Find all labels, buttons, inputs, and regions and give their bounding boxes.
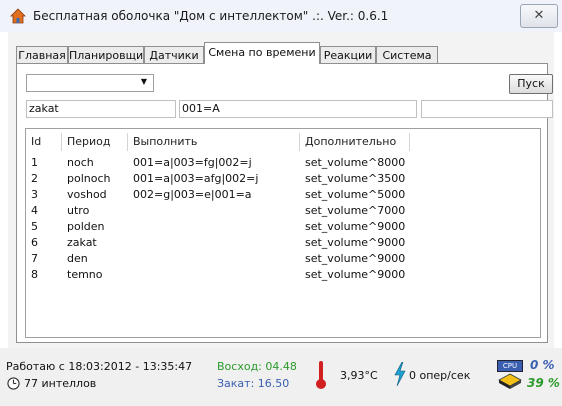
tab-label: Датчики — [149, 49, 199, 62]
sunset-time: Закат: 16.50 — [217, 377, 290, 390]
list-rows: 1 noch 001=a|003=fg|002=j set_volume^800… — [26, 155, 540, 283]
memory-percent: 39 % — [527, 376, 560, 390]
cell-period: polden — [67, 220, 105, 233]
column-header-exec[interactable]: Выполнить — [128, 133, 300, 151]
list-item[interactable]: 5 polden set_volume^9000 — [26, 219, 540, 235]
cell-extra: set_volume^9000 — [305, 252, 406, 265]
main-content: Главная Планировщик Датчики Смена по вре… — [8, 32, 554, 348]
cell-extra: set_volume^7000 — [305, 204, 406, 217]
tab-label: Реакции — [323, 49, 373, 62]
tab-system[interactable]: Система — [376, 46, 438, 63]
title-bar: Бесплатная оболочка "Дом с интеллектом" … — [0, 0, 562, 32]
cell-extra: set_volume^3500 — [305, 172, 406, 185]
tab-panel: ▼ Пуск zakat 001=A Id Период Выполнить Д… — [16, 63, 553, 343]
cpu-icon: CPU — [497, 360, 523, 390]
cell-period: den — [67, 252, 88, 265]
cpu-label: CPU — [497, 360, 523, 372]
cell-id: 7 — [31, 252, 38, 265]
cell-id: 6 — [31, 236, 38, 249]
cell-extra: set_volume^8000 — [305, 156, 406, 169]
extra-field[interactable] — [421, 100, 553, 118]
list-item[interactable]: 1 noch 001=a|003=fg|002=j set_volume^800… — [26, 155, 540, 171]
house-icon — [10, 8, 26, 24]
close-icon: ✕ — [533, 8, 545, 23]
ops-rate: 0 опер/сек — [409, 369, 471, 382]
thermometer-icon — [316, 361, 326, 389]
cell-extra: set_volume^9000 — [305, 236, 406, 249]
cell-extra: set_volume^9000 — [305, 268, 406, 281]
list-item[interactable]: 6 zakat set_volume^9000 — [26, 235, 540, 251]
dropdown-arrow-icon: ▼ — [140, 77, 147, 86]
cell-period: utro — [67, 204, 90, 217]
list-item[interactable]: 7 den set_volume^9000 — [26, 251, 540, 267]
lightning-icon — [394, 362, 406, 386]
tab-sensors[interactable]: Датчики — [144, 46, 204, 63]
tab-label: Планировщик — [69, 49, 150, 62]
name-field[interactable]: zakat — [26, 100, 176, 118]
tab-reactions[interactable]: Реакции — [320, 46, 376, 63]
tab-main[interactable]: Главная — [16, 46, 68, 63]
status-bar: Работаю с 18:03:2012 - 13:35:47 77 интел… — [0, 348, 562, 406]
window-title: Бесплатная оболочка "Дом с интеллектом" … — [33, 9, 389, 23]
column-header-id[interactable]: Id — [26, 133, 62, 151]
cell-id: 8 — [31, 268, 38, 281]
cell-exec: 001=a|003=afg|002=j — [133, 172, 259, 185]
tab-scheduler[interactable]: Планировщик — [68, 46, 150, 63]
sunrise-time: Восход: 04.48 — [217, 360, 297, 373]
list-item[interactable]: 8 temno set_volume^9000 — [26, 267, 540, 283]
cell-id: 5 — [31, 220, 38, 233]
list-item[interactable]: 3 voshod 002=g|003=e|001=a set_volume^50… — [26, 187, 540, 203]
close-button[interactable]: ✕ — [520, 4, 558, 28]
start-button[interactable]: Пуск — [509, 74, 553, 94]
cell-extra: set_volume^5000 — [305, 188, 406, 201]
period-combo[interactable]: ▼ — [26, 74, 154, 92]
tab-label: Главная — [18, 49, 66, 62]
cell-exec: 001=a|003=fg|002=j — [133, 156, 252, 169]
cell-period: voshod — [67, 188, 107, 201]
cell-period: zakat — [67, 236, 97, 249]
list-item[interactable]: 4 utro set_volume^7000 — [26, 203, 540, 219]
tab-time-change[interactable]: Смена по времени — [204, 42, 320, 64]
cpu-percent: 0 % — [530, 358, 555, 372]
cell-id: 2 — [31, 172, 38, 185]
cell-period: temno — [67, 268, 103, 281]
column-header-extra[interactable]: Дополнительно — [300, 133, 410, 151]
temperature-value: 3,93°С — [340, 369, 378, 382]
cell-exec: 002=g|003=e|001=a — [133, 188, 252, 201]
clock-icon — [7, 377, 20, 390]
cell-id: 1 — [31, 156, 38, 169]
schedule-list[interactable]: Id Период Выполнить Дополнительно 1 noch… — [25, 128, 541, 338]
command-field[interactable]: 001=A — [179, 100, 417, 118]
cell-period: polnoch — [67, 172, 111, 185]
column-header-period[interactable]: Период — [62, 133, 128, 151]
intellects-count: 77 интеллов — [24, 377, 97, 390]
list-item[interactable]: 2 polnoch 001=a|003=afg|002=j set_volume… — [26, 171, 540, 187]
cell-id: 4 — [31, 204, 38, 217]
cell-period: noch — [67, 156, 94, 169]
cell-extra: set_volume^9000 — [305, 220, 406, 233]
memory-chip-icon — [498, 373, 522, 389]
uptime-text: Работаю с 18:03:2012 - 13:35:47 — [6, 360, 193, 373]
cell-id: 3 — [31, 188, 38, 201]
tab-label: Система — [382, 49, 432, 62]
tab-label: Смена по времени — [208, 46, 316, 59]
